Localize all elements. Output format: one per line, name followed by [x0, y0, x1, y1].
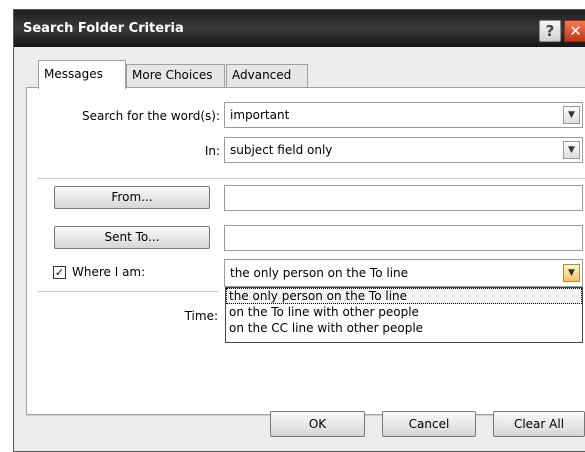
- where-i-am-combo[interactable]: the only person on the To line ▼: [224, 259, 583, 287]
- from-input[interactable]: [224, 185, 583, 211]
- from-button[interactable]: From...: [54, 186, 210, 209]
- ok-button[interactable]: OK: [270, 411, 365, 437]
- where-i-am-options-list[interactable]: the only person on the To line on the To…: [225, 287, 583, 343]
- cancel-button[interactable]: Cancel: [382, 411, 476, 437]
- in-field-dropdown-button[interactable]: ▼: [563, 141, 580, 159]
- search-words-value: important: [230, 108, 290, 122]
- where-i-am-dropdown-button[interactable]: ▼: [563, 264, 580, 282]
- in-field-combo[interactable]: subject field only ▼: [224, 137, 583, 163]
- dialog-title: Search Folder Criteria: [23, 21, 184, 36]
- tab-advanced[interactable]: Advanced: [226, 64, 308, 88]
- sent-to-button[interactable]: Sent To...: [54, 226, 210, 249]
- time-label: Time:: [184, 309, 218, 323]
- search-words-label: Search for the word(s):: [81, 109, 220, 123]
- search-words-dropdown-button[interactable]: ▼: [563, 106, 580, 124]
- where-i-am-value: the only person on the To line: [230, 266, 409, 280]
- option-to-with-others[interactable]: on the To line with other people: [226, 304, 582, 320]
- tab-messages[interactable]: Messages: [38, 60, 126, 89]
- option-cc-with-others[interactable]: on the CC line with other people: [226, 320, 582, 336]
- section-divider: [38, 178, 585, 179]
- help-button[interactable]: ?: [539, 20, 561, 42]
- close-button[interactable]: ✕: [564, 20, 585, 42]
- where-i-am-checkbox[interactable]: ✓: [53, 266, 66, 279]
- tab-more-choices[interactable]: More Choices: [126, 64, 225, 88]
- sent-to-input[interactable]: [224, 225, 583, 251]
- in-field-value: subject field only: [230, 143, 333, 157]
- title-bar[interactable]: Search Folder Criteria ? ✕: [14, 10, 585, 47]
- where-i-am-label: Where I am:: [72, 265, 146, 279]
- section-divider-2: [38, 291, 218, 292]
- clear-all-button[interactable]: Clear All: [493, 411, 585, 437]
- search-words-combo[interactable]: important ▼: [224, 102, 583, 128]
- in-label: In:: [204, 144, 220, 158]
- option-only-person-to[interactable]: the only person on the To line: [226, 288, 582, 304]
